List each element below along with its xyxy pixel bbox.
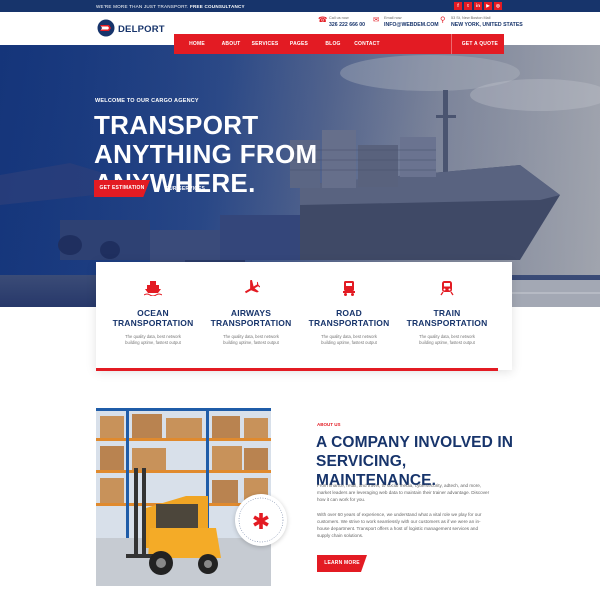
location-icon: ⚲ (440, 15, 446, 24)
hero-welcome: WELCOME TO OUR CARGO AGENCY (95, 98, 199, 104)
about-paragraph-2: With over 60 years of experience, we und… (317, 512, 482, 538)
top-bar-message: WE'RE MORE THAN JUST TRANSPORT. FREE COU… (96, 4, 245, 9)
service-name: TRAIN TRANSPORTATION (406, 308, 488, 328)
service-name: OCEAN TRANSPORTATION (112, 308, 194, 328)
services-card: OCEAN TRANSPORTATION The quality data, b… (96, 262, 512, 370)
since-badge (235, 494, 287, 546)
linkedin-icon[interactable]: in (474, 2, 482, 10)
service-train[interactable]: TRAIN TRANSPORTATION The quality data, b… (402, 280, 492, 346)
service-desc: The quality data, best network building … (321, 334, 377, 345)
service-desc: The quality data, best network building … (223, 334, 279, 345)
youtube-icon[interactable]: ▶ (484, 2, 492, 10)
mail-icon: ✉ (373, 15, 380, 24)
learn-more-button[interactable]: LEARN MORE (317, 555, 367, 572)
get-estimation-button[interactable]: GET ESTIMATION (94, 180, 150, 197)
service-ocean[interactable]: OCEAN TRANSPORTATION The quality data, b… (108, 280, 198, 346)
our-services-button[interactable]: OUR SERVICES (165, 186, 205, 192)
nav-item-services[interactable]: SERVICES (248, 41, 282, 47)
contact-email-label: Email now (384, 16, 402, 20)
service-name: ROAD TRANSPORTATION (308, 308, 390, 328)
service-airways[interactable]: AIRWAYS TRANSPORTATION The quality data,… (206, 279, 296, 346)
contact-email[interactable]: ✉ Email now INFO@WEBDEM.COM (373, 15, 439, 29)
contact-address-value: NEW YORK, UNITED STATES (451, 22, 523, 28)
airplane-icon (244, 279, 261, 294)
instagram-icon[interactable]: ◎ (494, 2, 502, 10)
nav-item-blog[interactable]: BLOG (316, 41, 350, 47)
service-desc: The quality data, best network building … (125, 334, 181, 345)
contact-email-value: INFO@WEBDEM.COM (384, 22, 439, 28)
about-label: ABOUT US (317, 422, 341, 427)
top-bar-message-bold: FREE COUNSULTANCY (189, 3, 245, 9)
nav-item-pages[interactable]: PAGES (282, 41, 316, 47)
service-road[interactable]: ROAD TRANSPORTATION The quality data, be… (304, 280, 394, 346)
phone-icon: ☎ (318, 15, 328, 24)
get-a-quote-button[interactable]: GET A QUOTE (450, 34, 498, 54)
top-bar-message-text: WE'RE MORE THAN JUST TRANSPORT. (96, 3, 189, 9)
asterisk-icon (238, 497, 284, 543)
ship-icon (143, 281, 163, 297)
services-divider (96, 368, 498, 371)
contact-phone[interactable]: ☎ Call us now 326 222 666 00 (318, 15, 366, 29)
page: WE'RE MORE THAN JUST TRANSPORT. FREE COU… (0, 0, 600, 600)
facebook-icon[interactable]: f (454, 2, 462, 10)
twitter-icon[interactable]: t (464, 2, 472, 10)
contact-phone-label: Call us now (329, 16, 349, 20)
nav-item-about[interactable]: ABOUT (214, 41, 248, 47)
nav-item-home[interactable]: HOME (180, 41, 214, 47)
nav-item-contact[interactable]: CONTACT (350, 41, 384, 47)
social-links: f t in ▶ ◎ (454, 2, 502, 10)
train-icon (440, 281, 454, 296)
contact-address[interactable]: ⚲ 53 St, New Boston Mall NEW YORK, UNITE… (440, 15, 523, 29)
service-name: AIRWAYS TRANSPORTATION (210, 308, 292, 328)
brand-name[interactable]: DELPORT (118, 24, 165, 35)
about-paragraph-1: From finance, retail, and travel, to soc… (317, 483, 490, 502)
service-desc: The quality data, best network building … (419, 334, 475, 345)
top-bar: WE'RE MORE THAN JUST TRANSPORT. FREE COU… (0, 0, 600, 12)
main-nav: HOME ABOUT SERVICES PAGES BLOG CONTACT G… (174, 34, 504, 54)
truck-icon (343, 281, 355, 296)
logo-icon[interactable] (96, 19, 116, 37)
contact-address-label: 53 St, New Boston Mall (451, 16, 491, 20)
contact-phone-value: 326 222 666 00 (329, 22, 366, 28)
